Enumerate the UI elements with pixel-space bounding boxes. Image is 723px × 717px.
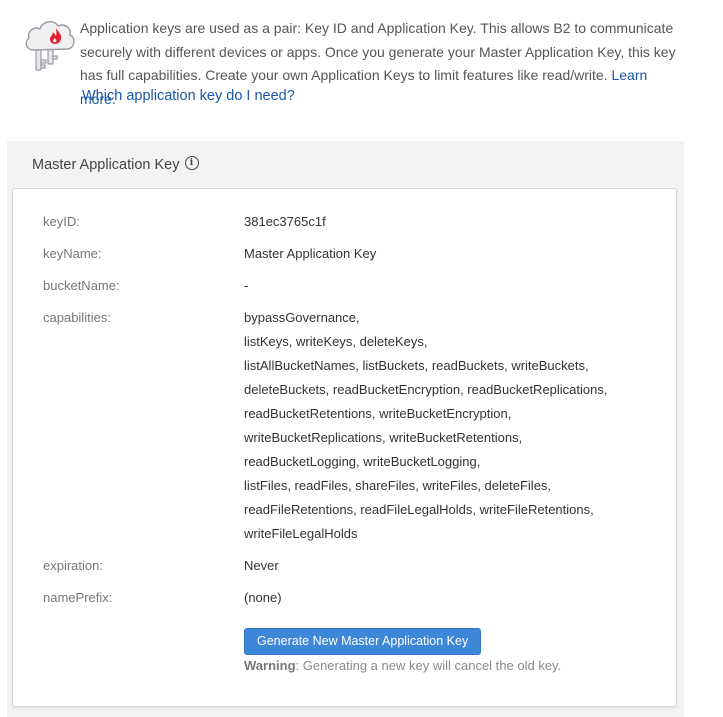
capabilities-value: bypassGovernance, listKeys, writeKeys, d… bbox=[244, 306, 664, 546]
panel-title: Master Application Key i bbox=[32, 156, 199, 173]
warning-label: Warning bbox=[244, 658, 296, 673]
capabilities-line: readBucketRetentions, writeBucketEncrypt… bbox=[244, 406, 512, 421]
capabilities-line: listFiles, readFiles, shareFiles, writeF… bbox=[244, 478, 552, 493]
capabilities-label: capabilities: bbox=[43, 310, 111, 325]
intro-description-text: Application keys are used as a pair: Key… bbox=[80, 20, 676, 83]
which-key-link[interactable]: Which application key do I need? bbox=[82, 88, 295, 104]
capabilities-line: listKeys, writeKeys, deleteKeys, bbox=[244, 334, 428, 349]
capabilities-line: writeFileLegalHolds bbox=[244, 526, 358, 541]
expiration-value: Never bbox=[244, 558, 279, 573]
master-key-panel: Master Application Key i keyID: 381ec376… bbox=[7, 141, 684, 717]
info-icon[interactable]: i bbox=[184, 156, 199, 170]
nameprefix-value: (none) bbox=[244, 590, 282, 605]
bucketname-label: bucketName: bbox=[43, 278, 120, 293]
expiration-label: expiration: bbox=[43, 558, 103, 573]
keyname-label: keyName: bbox=[43, 246, 102, 261]
keyid-value: 381ec3765c1f bbox=[244, 214, 326, 229]
capabilities-line: listAllBucketNames, listBuckets, readBuc… bbox=[244, 358, 589, 373]
cloud-keys-icon bbox=[22, 14, 78, 76]
capabilities-line: writeBucketReplications, writeBucketRete… bbox=[244, 430, 523, 445]
nameprefix-label: namePrefix: bbox=[43, 590, 113, 605]
warning-message: Warning: Generating a new key will cance… bbox=[244, 658, 561, 673]
intro-section: Application keys are used as a pair: Key… bbox=[0, 0, 723, 120]
capabilities-line: deleteBuckets, readBucketEncryption, rea… bbox=[244, 382, 608, 397]
master-key-card: keyID: 381ec3765c1f keyName: Master Appl… bbox=[12, 188, 677, 707]
capabilities-line: bypassGovernance, bbox=[244, 310, 360, 325]
generate-master-key-button[interactable]: Generate New Master Application Key bbox=[244, 628, 482, 655]
keyname-value: Master Application Key bbox=[244, 246, 377, 261]
capabilities-line: readBucketLogging, writeBucketLogging, bbox=[244, 454, 481, 469]
warning-text: : Generating a new key will cancel the o… bbox=[295, 658, 562, 673]
panel-title-text: Master Application Key bbox=[32, 157, 180, 173]
keyid-label: keyID: bbox=[43, 214, 80, 229]
capabilities-line: readFileRetentions, readFileLegalHolds, … bbox=[244, 502, 594, 517]
bucketname-value: - bbox=[244, 278, 249, 293]
